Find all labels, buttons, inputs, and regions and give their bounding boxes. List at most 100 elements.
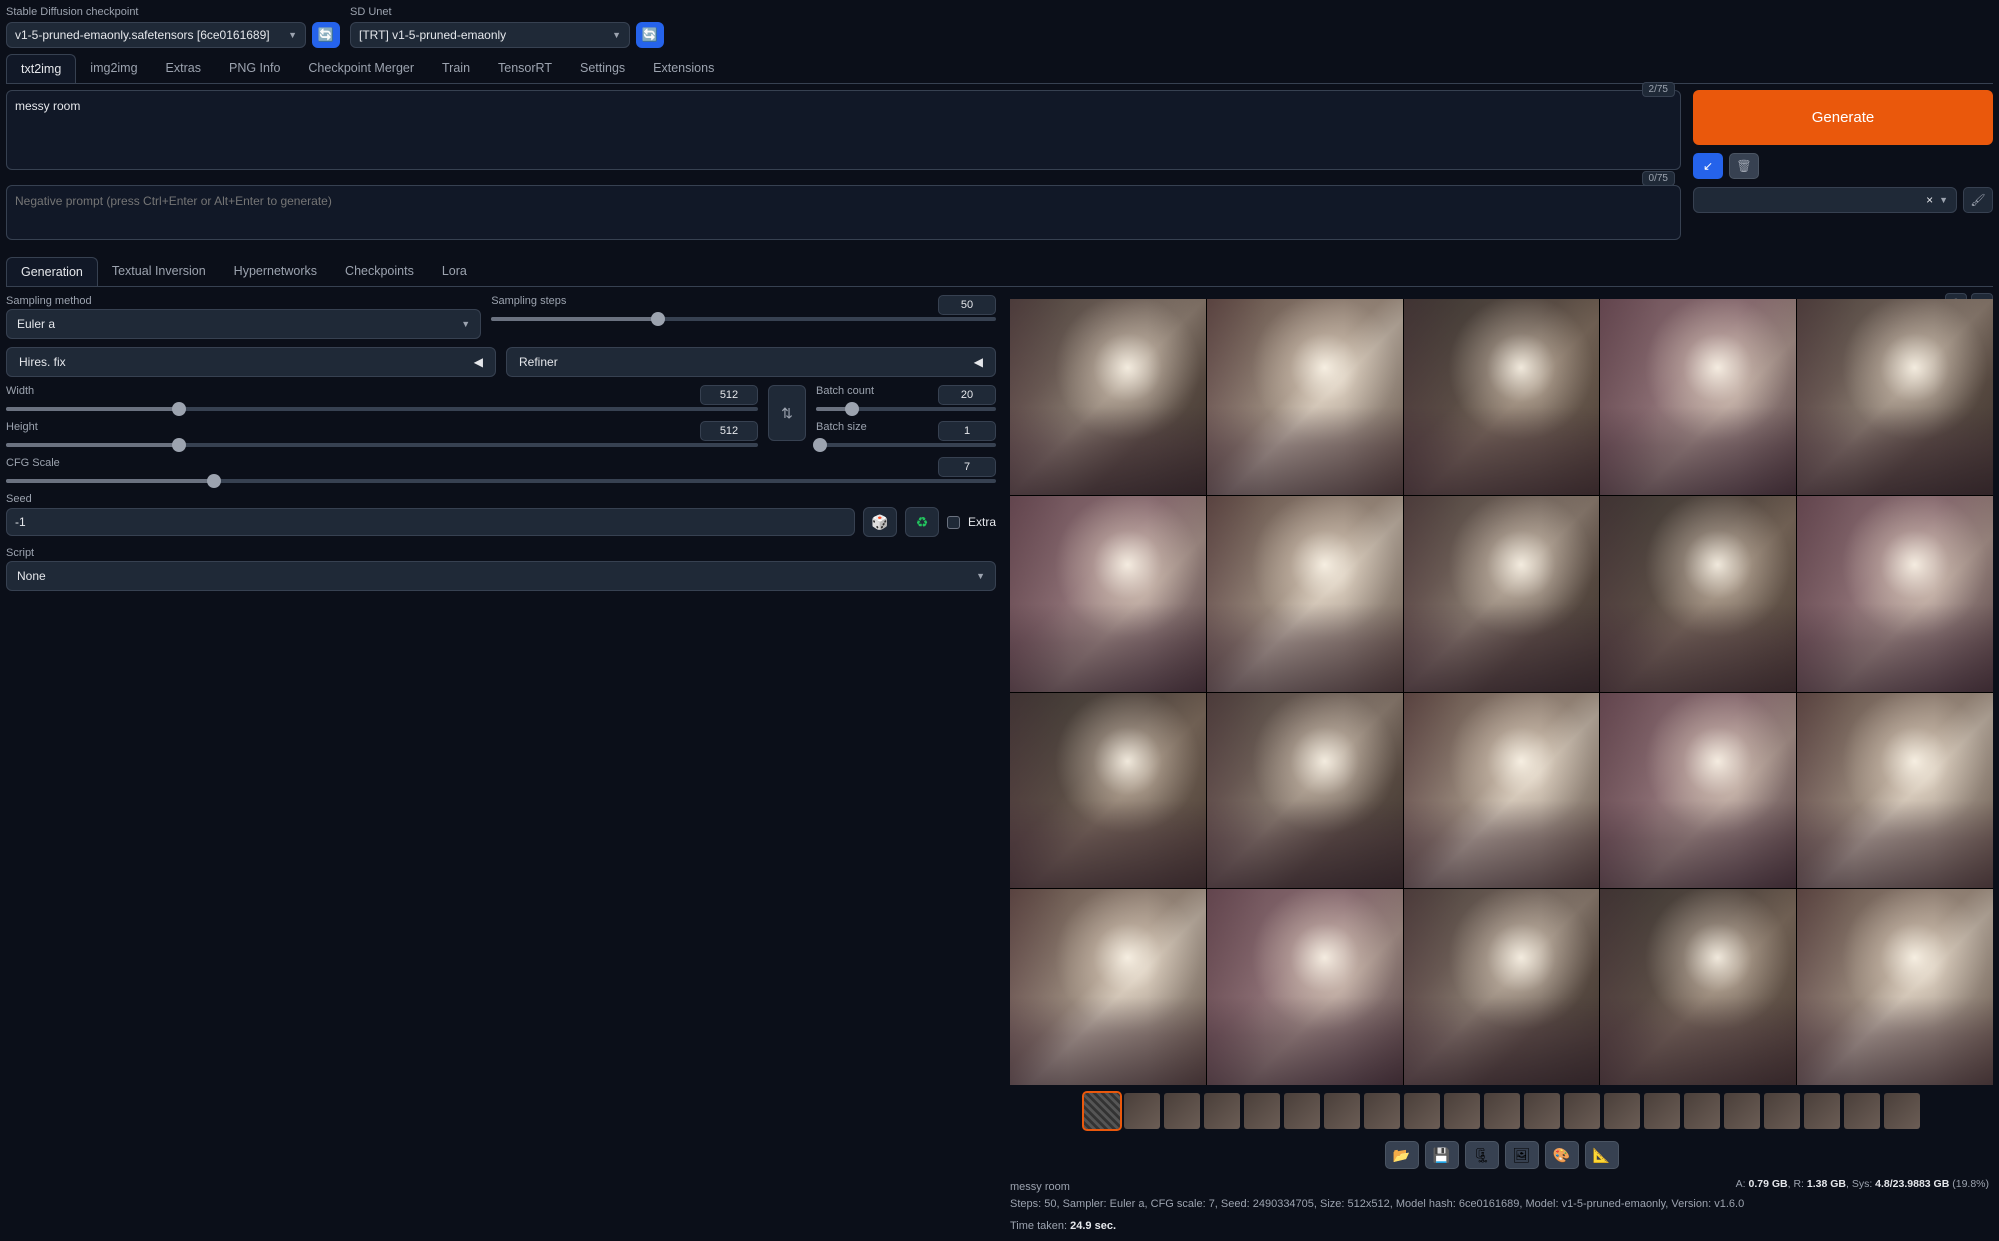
interrogate-button[interactable]: ↙ <box>1693 153 1723 179</box>
thumbnail[interactable] <box>1564 1093 1600 1129</box>
tab-extensions[interactable]: Extensions <box>639 54 728 83</box>
extra-checkbox[interactable] <box>947 516 960 529</box>
output-gallery <box>1010 299 1993 1085</box>
thumbnail[interactable] <box>1244 1093 1280 1129</box>
tab-extras[interactable]: Extras <box>152 54 215 83</box>
thumbnail[interactable] <box>1724 1093 1760 1129</box>
height-value[interactable]: 512 <box>700 421 758 441</box>
gallery-image[interactable] <box>1207 889 1403 1085</box>
script-value: None <box>17 569 46 583</box>
thumbnail[interactable] <box>1444 1093 1480 1129</box>
subtab-checkpoints[interactable]: Checkpoints <box>331 257 428 286</box>
subtab-generation[interactable]: Generation <box>6 257 98 286</box>
clear-prompt-button[interactable]: 🗑 <box>1729 153 1759 179</box>
gallery-image[interactable] <box>1600 496 1796 692</box>
thumbnail[interactable] <box>1764 1093 1800 1129</box>
gallery-image[interactable] <box>1010 299 1206 495</box>
gallery-image[interactable] <box>1600 693 1796 889</box>
cfg-slider[interactable] <box>6 479 996 483</box>
tab-checkpoint-merger[interactable]: Checkpoint Merger <box>294 54 428 83</box>
checkpoint-dropdown[interactable]: v1-5-pruned-emaonly.safetensors [6ce0161… <box>6 22 306 48</box>
batch-count-slider[interactable] <box>816 407 996 411</box>
thumbnail-grid[interactable] <box>1084 1093 1120 1129</box>
subtab-hypernetworks[interactable]: Hypernetworks <box>220 257 331 286</box>
sampling-method-dropdown[interactable]: Euler a ▼ <box>6 309 481 339</box>
thumbnail[interactable] <box>1204 1093 1240 1129</box>
thumbnail[interactable] <box>1164 1093 1200 1129</box>
random-seed-button[interactable]: 🎲 <box>863 507 897 537</box>
hires-fix-toggle[interactable]: Hires. fix ◀ <box>6 347 496 377</box>
tab-train[interactable]: Train <box>428 54 484 83</box>
thumbnail[interactable] <box>1884 1093 1920 1129</box>
height-slider[interactable] <box>6 443 758 447</box>
thumbnail[interactable] <box>1684 1093 1720 1129</box>
gallery-image[interactable] <box>1404 496 1600 692</box>
batch-count-value[interactable]: 20 <box>938 385 996 405</box>
width-value[interactable]: 512 <box>700 385 758 405</box>
apply-styles-button[interactable]: 🖌 <box>1963 187 1993 213</box>
thumbnail[interactable] <box>1404 1093 1440 1129</box>
thumbnail[interactable] <box>1844 1093 1880 1129</box>
thumbnail[interactable] <box>1644 1093 1680 1129</box>
send-img2img-button[interactable]: 🖼 <box>1505 1141 1539 1169</box>
swap-dimensions-button[interactable]: ⇅ <box>768 385 806 441</box>
thumbnail[interactable] <box>1324 1093 1360 1129</box>
sampling-steps-label: Sampling steps <box>491 295 566 315</box>
gallery-image[interactable] <box>1207 299 1403 495</box>
tab-tensorrt[interactable]: TensorRT <box>484 54 566 83</box>
thumbnail[interactable] <box>1124 1093 1160 1129</box>
gallery-image[interactable] <box>1010 693 1206 889</box>
unet-refresh-button[interactable]: 🔄 <box>636 22 664 48</box>
gallery-image[interactable] <box>1404 299 1600 495</box>
save-zip-button[interactable]: 🗜 <box>1465 1141 1499 1169</box>
tab-txt2img[interactable]: txt2img <box>6 54 76 83</box>
tab-pnginfo[interactable]: PNG Info <box>215 54 294 83</box>
thumbnail[interactable] <box>1804 1093 1840 1129</box>
neg-prompt-counter: 0/75 <box>1642 171 1675 186</box>
width-slider[interactable] <box>6 407 758 411</box>
gallery-image[interactable] <box>1600 889 1796 1085</box>
gallery-image[interactable] <box>1797 496 1993 692</box>
thumbnail[interactable] <box>1284 1093 1320 1129</box>
thumbnail[interactable] <box>1604 1093 1640 1129</box>
gallery-image[interactable] <box>1797 693 1993 889</box>
gallery-image[interactable] <box>1404 693 1600 889</box>
gallery-image[interactable] <box>1600 299 1796 495</box>
gallery-image[interactable] <box>1010 889 1206 1085</box>
negative-prompt-input[interactable] <box>6 185 1681 240</box>
subtab-lora[interactable]: Lora <box>428 257 481 286</box>
send-extras-button[interactable]: 📐 <box>1585 1141 1619 1169</box>
sampling-steps-value[interactable]: 50 <box>938 295 996 315</box>
batch-size-label: Batch size <box>816 421 867 441</box>
seed-input[interactable] <box>6 508 855 536</box>
tab-img2img[interactable]: img2img <box>76 54 151 83</box>
unet-dropdown[interactable]: [TRT] v1-5-pruned-emaonly ▼ <box>350 22 630 48</box>
gallery-image[interactable] <box>1207 496 1403 692</box>
prompt-input[interactable]: messy room <box>6 90 1681 170</box>
gallery-image[interactable] <box>1404 889 1600 1085</box>
gallery-image[interactable] <box>1797 889 1993 1085</box>
refiner-toggle[interactable]: Refiner ◀ <box>506 347 996 377</box>
batch-size-value[interactable]: 1 <box>938 421 996 441</box>
hires-fix-label: Hires. fix <box>19 355 66 369</box>
styles-dropdown[interactable]: × ▼ <box>1693 187 1957 213</box>
reuse-seed-button[interactable]: ♻ <box>905 507 939 537</box>
thumbnail[interactable] <box>1364 1093 1400 1129</box>
styles-clear[interactable]: × <box>1926 193 1933 207</box>
sampling-steps-slider[interactable] <box>491 317 996 321</box>
open-folder-button[interactable]: 📂 <box>1385 1141 1419 1169</box>
checkpoint-refresh-button[interactable]: 🔄 <box>312 22 340 48</box>
send-inpaint-button[interactable]: 🎨 <box>1545 1141 1579 1169</box>
generate-button[interactable]: Generate <box>1693 90 1993 145</box>
subtab-textual-inversion[interactable]: Textual Inversion <box>98 257 220 286</box>
save-button[interactable]: 💾 <box>1425 1141 1459 1169</box>
script-dropdown[interactable]: None ▼ <box>6 561 996 591</box>
cfg-value[interactable]: 7 <box>938 457 996 477</box>
gallery-image[interactable] <box>1207 693 1403 889</box>
gallery-image[interactable] <box>1010 496 1206 692</box>
tab-settings[interactable]: Settings <box>566 54 639 83</box>
thumbnail[interactable] <box>1484 1093 1520 1129</box>
thumbnail[interactable] <box>1524 1093 1560 1129</box>
batch-size-slider[interactable] <box>816 443 996 447</box>
gallery-image[interactable] <box>1797 299 1993 495</box>
